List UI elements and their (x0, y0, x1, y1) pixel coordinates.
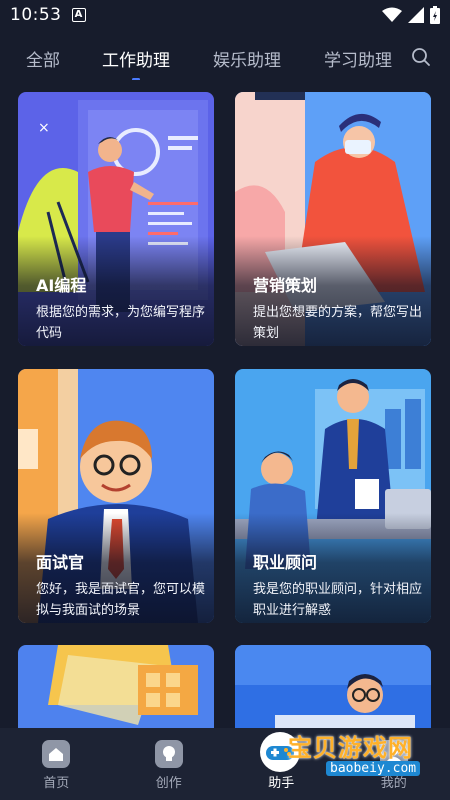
status-icons (382, 6, 440, 24)
category-tabs: 全部 工作助理 娱乐助理 学习助理 (0, 36, 450, 80)
notification-icon: A (71, 8, 86, 22)
bulb-icon (154, 740, 183, 768)
watermark-text: 宝贝游戏网 (288, 734, 413, 762)
tab-label: 工作助理 (102, 50, 170, 71)
svg-text:×: × (38, 120, 50, 136)
assistant-card-career-advisor[interactable]: 职业顾问 我是您的职业顾问，针对相应职业进行解惑 (235, 369, 431, 623)
card-description: 您好，我是面试官，您可以模拟与我面试的场景 (36, 582, 206, 618)
card-title: 职业顾问 (253, 553, 318, 572)
status-time: 10:53 (10, 5, 62, 25)
card-title: 营销策划 (253, 276, 318, 295)
nav-label: 首页 (43, 776, 70, 791)
tab-label: 学习助理 (324, 50, 392, 71)
assistant-card-interviewer[interactable]: 面试官 您好，我是面试官，您可以模拟与我面试的场景 (18, 369, 214, 623)
card-description: 提出您想要的方案，帮您写出策划 (253, 305, 423, 341)
assistant-card-marketing-plan[interactable]: 营销策划 提出您想要的方案，帮您写出策划 (235, 92, 431, 346)
tab-label: 全部 (26, 50, 60, 71)
wifi-icon (382, 7, 402, 22)
tab-label: 娱乐助理 (213, 50, 281, 71)
nav-label: 创作 (155, 776, 182, 791)
watermark-url: baobeiy.com (326, 761, 421, 776)
active-tab-indicator (132, 77, 140, 80)
tab-work-assistant[interactable]: 工作助理 (102, 46, 170, 80)
nav-item-home[interactable]: 首页 (0, 728, 113, 800)
assistant-card-ai-coding[interactable]: × AI编程 根据您的需求，为您编写程序代码 (18, 92, 214, 346)
watermark: 宝贝游戏网 baobeiy.com (258, 728, 428, 782)
battery-icon (430, 6, 440, 24)
home-icon (42, 740, 70, 768)
tab-all[interactable]: 全部 (26, 46, 60, 71)
card-description: 根据您的需求，为您编写程序代码 (36, 305, 206, 341)
status-bar: 10:53 A (0, 0, 450, 30)
tab-entertainment-assistant[interactable]: 娱乐助理 (213, 46, 281, 71)
signal-icon (408, 7, 424, 23)
card-title: 面试官 (36, 553, 85, 572)
search-icon[interactable] (410, 46, 432, 68)
nav-item-create[interactable]: 创作 (113, 728, 226, 800)
tab-study-assistant[interactable]: 学习助理 (324, 46, 408, 71)
card-title: AI编程 (36, 276, 87, 295)
card-description: 我是您的职业顾问，针对相应职业进行解惑 (253, 582, 423, 618)
